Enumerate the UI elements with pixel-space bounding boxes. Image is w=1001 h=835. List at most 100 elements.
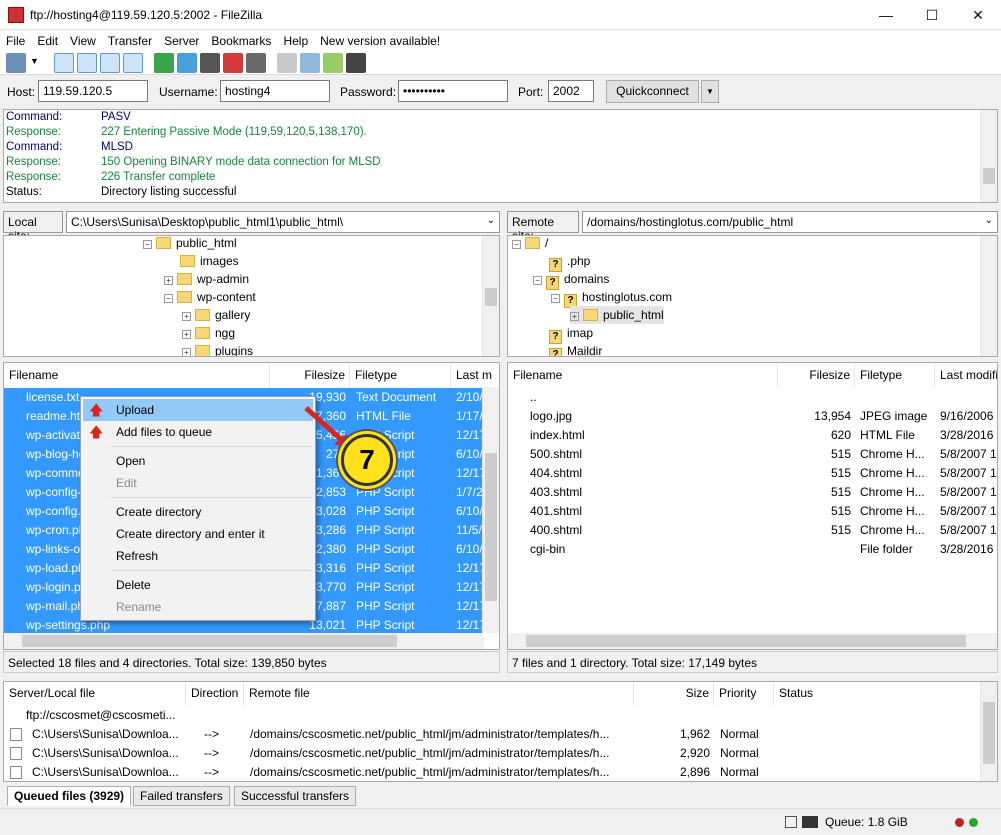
tree-node[interactable]: + wp-admin bbox=[164, 270, 249, 288]
menu-add-to-queue[interactable]: 🡅 Add files to queue bbox=[83, 421, 313, 443]
remote-file-row[interactable]: 403.shtml 515 Chrome H... 5/8/2007 1: bbox=[508, 483, 997, 502]
menu-delete[interactable]: Delete bbox=[83, 574, 313, 596]
collapse-icon[interactable]: − bbox=[551, 294, 560, 303]
queue-header-direction[interactable]: Direction bbox=[186, 682, 244, 705]
header-last-modified[interactable]: Last modifi bbox=[935, 363, 997, 387]
queue-scrollbar[interactable] bbox=[980, 682, 997, 781]
remote-file-row[interactable]: 401.shtml 515 Chrome H... 5/8/2007 1: bbox=[508, 502, 997, 521]
remote-file-row[interactable]: index.html 620 HTML File 3/28/2016 8 bbox=[508, 426, 997, 445]
tree-node[interactable]: + gallery bbox=[182, 306, 250, 324]
expand-icon[interactable]: + bbox=[182, 312, 191, 321]
header-last-modified[interactable]: Last m bbox=[451, 363, 499, 387]
queue-header-server[interactable]: Server/Local file bbox=[4, 682, 186, 705]
remote-file-row[interactable]: cgi-bin File folder 3/28/2016 8 bbox=[508, 540, 997, 559]
remote-file-row[interactable]: 400.shtml 515 Chrome H... 5/8/2007 1: bbox=[508, 521, 997, 540]
process-queue-icon[interactable] bbox=[177, 53, 197, 73]
menu-view[interactable]: View bbox=[64, 31, 102, 48]
cancel-operation-icon[interactable] bbox=[200, 53, 220, 73]
header-filesize[interactable]: Filesize bbox=[270, 363, 350, 387]
tree-node[interactable]: − public_html bbox=[143, 236, 237, 252]
menu-help[interactable]: Help bbox=[277, 31, 314, 48]
username-input[interactable] bbox=[220, 80, 330, 102]
tab-successful-transfers[interactable]: Successful transfers bbox=[234, 786, 357, 806]
tree-node[interactable]: ? .php bbox=[549, 252, 590, 272]
maximize-button[interactable]: ☐ bbox=[909, 0, 955, 30]
tree-node-selected[interactable]: + public_html bbox=[570, 306, 664, 324]
menu-refresh[interactable]: Refresh bbox=[83, 545, 313, 567]
refresh-icon[interactable] bbox=[154, 53, 174, 73]
toggle-local-tree-icon[interactable] bbox=[77, 53, 97, 73]
port-input[interactable] bbox=[548, 80, 594, 102]
local-hscrollbar[interactable] bbox=[4, 633, 484, 649]
menu-upload[interactable]: 🡅 Upload bbox=[83, 399, 313, 421]
tree-node[interactable]: + plugins bbox=[182, 342, 253, 356]
quickconnect-button[interactable]: Quickconnect bbox=[606, 80, 699, 103]
menu-edit[interactable]: Edit bbox=[31, 31, 64, 48]
search-files-icon[interactable] bbox=[346, 53, 366, 73]
menu-create-directory-enter[interactable]: Create directory and enter it bbox=[83, 523, 313, 545]
header-filetype[interactable]: Filetype bbox=[350, 363, 451, 387]
expand-icon[interactable]: + bbox=[182, 348, 191, 356]
menu-transfer[interactable]: Transfer bbox=[102, 31, 158, 48]
expand-icon[interactable]: + bbox=[570, 312, 579, 321]
toggle-queue-icon[interactable] bbox=[123, 53, 143, 73]
directory-filter-icon[interactable] bbox=[277, 53, 297, 73]
header-filename[interactable]: Filename bbox=[4, 363, 270, 387]
tree-node[interactable]: ? Maildir bbox=[549, 342, 602, 356]
sync-browsing-icon[interactable] bbox=[323, 53, 343, 73]
collapse-icon[interactable]: − bbox=[164, 294, 173, 303]
remote-site-path[interactable]: /domains/hostinglotus.com/public_html ⌄ bbox=[582, 211, 998, 233]
local-site-path[interactable]: C:\Users\Sunisa\Desktop\public_html1\pub… bbox=[66, 211, 500, 233]
chevron-down-icon[interactable]: ⌄ bbox=[985, 215, 993, 226]
reconnect-icon[interactable] bbox=[246, 53, 266, 73]
menu-bookmarks[interactable]: Bookmarks bbox=[205, 31, 277, 48]
tree-node[interactable]: −? hostinglotus.com bbox=[551, 288, 672, 308]
menu-new-version[interactable]: New version available! bbox=[314, 31, 446, 48]
site-manager-dropdown-icon[interactable]: ▼ bbox=[30, 56, 39, 66]
header-filesize[interactable]: Filesize bbox=[778, 363, 855, 387]
tree-node[interactable]: −? domains bbox=[533, 270, 609, 290]
chevron-down-icon[interactable]: ⌄ bbox=[487, 215, 495, 226]
site-manager-icon[interactable] bbox=[6, 53, 26, 73]
header-filename[interactable]: Filename bbox=[508, 363, 778, 387]
tree-node[interactable]: images bbox=[180, 252, 239, 270]
queue-header-remote[interactable]: Remote file bbox=[244, 682, 634, 705]
minimize-button[interactable]: — bbox=[863, 0, 909, 30]
host-input[interactable] bbox=[38, 80, 148, 102]
directory-compare-icon[interactable] bbox=[300, 53, 320, 73]
collapse-icon[interactable]: − bbox=[512, 240, 521, 249]
header-filetype[interactable]: Filetype bbox=[855, 363, 935, 387]
menu-open[interactable]: Open bbox=[83, 450, 313, 472]
log-scrollbar[interactable] bbox=[980, 110, 997, 202]
queue-row[interactable]: C:\Users\Sunisa\Downloa... --> /domains/… bbox=[4, 725, 981, 744]
tab-failed-transfers[interactable]: Failed transfers bbox=[133, 786, 230, 806]
menu-file[interactable]: File bbox=[0, 31, 31, 48]
queue-row[interactable]: C:\Users\Sunisa\Downloa... --> /domains/… bbox=[4, 763, 981, 781]
remote-hscrollbar[interactable] bbox=[508, 633, 997, 649]
expand-icon[interactable]: + bbox=[164, 276, 173, 285]
password-input[interactable] bbox=[398, 80, 508, 102]
tree-node[interactable]: + ngg bbox=[182, 324, 235, 342]
quickconnect-dropdown[interactable]: ▼ bbox=[701, 80, 719, 103]
local-list-scrollbar[interactable] bbox=[482, 387, 499, 633]
queue-header-size[interactable]: Size bbox=[634, 682, 714, 705]
queue-row[interactable]: C:\Users\Sunisa\Downloa... --> /domains/… bbox=[4, 744, 981, 763]
tree-node[interactable]: − / bbox=[512, 236, 548, 252]
toggle-remote-tree-icon[interactable] bbox=[100, 53, 120, 73]
queue-header-status[interactable]: Status bbox=[774, 682, 981, 705]
queue-header-priority[interactable]: Priority bbox=[714, 682, 774, 705]
queue-server-row[interactable]: ftp://cscosmet@cscosmeti... bbox=[4, 706, 981, 725]
close-button[interactable]: ✕ bbox=[955, 0, 1001, 30]
collapse-icon[interactable]: − bbox=[143, 240, 152, 249]
remote-file-row[interactable]: 500.shtml 515 Chrome H... 5/8/2007 1: bbox=[508, 445, 997, 464]
remote-file-row[interactable]: logo.jpg 13,954 JPEG image 9/16/2006 9 bbox=[508, 407, 997, 426]
collapse-icon[interactable]: − bbox=[533, 276, 542, 285]
disconnect-icon[interactable] bbox=[223, 53, 243, 73]
expand-icon[interactable]: + bbox=[182, 330, 191, 339]
tab-queued-files[interactable]: Queued files (3929) bbox=[7, 786, 132, 806]
local-tree-scrollbar[interactable] bbox=[482, 236, 499, 356]
remote-file-row[interactable]: .. bbox=[508, 388, 997, 407]
menu-server[interactable]: Server bbox=[158, 31, 205, 48]
tree-node[interactable]: − wp-content bbox=[164, 288, 256, 306]
menu-create-directory[interactable]: Create directory bbox=[83, 501, 313, 523]
